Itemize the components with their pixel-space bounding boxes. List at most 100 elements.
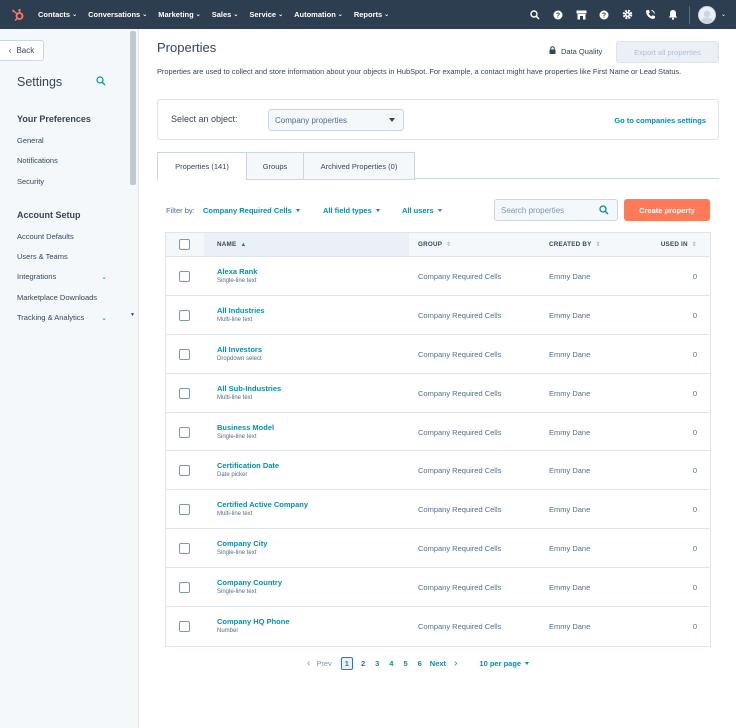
table-row: Alexa Rank Single-line text Company Requ… [166,257,710,296]
nav-reports[interactable]: Reports ⌄ [354,10,389,19]
marketplace-icon[interactable] [570,0,593,29]
sidebar-item-notifications[interactable]: Notifications [17,156,107,165]
column-header-name[interactable]: NAME ▲ [204,233,409,256]
calling-icon[interactable] [639,0,662,29]
field-type-filter-dropdown[interactable]: All field types [323,206,380,215]
property-group: Company Required Cells [418,427,502,437]
help-icon[interactable]: ? [593,0,616,29]
property-type: Date picker [217,472,248,479]
settings-sidebar: ‹ Back Settings ▼ Your Preferences Genera… [0,29,139,728]
property-name-link[interactable]: All Investors [217,345,262,354]
property-group: Company Required Cells [418,544,502,554]
row-checkbox[interactable] [179,465,190,477]
row-checkbox[interactable] [179,543,190,555]
tab-properties[interactable]: Properties (141) [157,152,247,180]
property-name-link[interactable]: Alexa Rank [217,267,257,276]
back-button[interactable]: ‹ Back [0,40,44,61]
property-group: Company Required Cells [418,388,502,398]
nav-contacts[interactable]: Contacts ⌄ [38,10,77,19]
page-5-button[interactable]: 5 [403,659,407,668]
property-group: Company Required Cells [418,349,502,359]
nav-service[interactable]: Service ⌄ [249,10,283,19]
tab-archived-properties[interactable]: Archived Properties (0) [303,152,415,180]
property-type: Single-line text [217,278,257,284]
search-properties-input[interactable]: Search properties [494,199,618,221]
nav-conversations[interactable]: Conversations ⌄ [88,10,147,19]
data-quality-button[interactable]: Data Quality [549,46,602,56]
chevron-left-icon[interactable]: ‹ [307,658,310,669]
column-header-group[interactable]: GROUP ⇕ [418,241,451,248]
property-created-by: Emmy Dane [549,272,591,281]
sidebar-item-marketplace-downloads[interactable]: Marketplace Downloads [17,293,107,302]
page-6-button[interactable]: 6 [418,659,422,668]
users-filter-dropdown[interactable]: All users [402,206,442,215]
property-name-link[interactable]: Business Model [217,423,274,432]
sidebar-item-general[interactable]: General [17,136,107,145]
column-header-created-by[interactable]: CREATED BY ⇕ [549,241,601,248]
filter-bar: Filter by: Company Required Cells All fi… [157,199,719,223]
row-checkbox[interactable] [179,621,190,633]
property-name-link[interactable]: All Sub-Industries [217,384,281,393]
page-2-button[interactable]: 2 [361,659,365,668]
row-checkbox[interactable] [179,309,190,321]
create-property-button[interactable]: Create property [624,199,710,221]
nav-marketing[interactable]: Marketing ⌄ [158,10,200,19]
chevron-down-icon[interactable]: ⌄ [721,11,726,18]
row-checkbox[interactable] [179,582,190,594]
property-created-by: Emmy Dane [549,466,591,476]
property-name-link[interactable]: All Industries [217,306,265,315]
row-checkbox[interactable] [179,504,190,516]
nav-sales[interactable]: Sales ⌄ [212,10,239,19]
property-used-in: 0 [692,388,697,398]
property-name-link[interactable]: Certified Active Company [217,500,308,509]
chevron-down-icon: ⌄ [233,12,239,18]
chevron-down-icon: ⌄ [278,12,284,18]
sidebar-item-integrations[interactable]: Integrations ⌄ [17,272,107,281]
object-select-dropdown[interactable]: Company properties [268,109,404,131]
page-4-button[interactable]: 4 [389,659,393,668]
sort-ascending-icon: ▲ [240,241,247,248]
hubspot-logo-icon[interactable] [10,7,26,23]
property-name-link[interactable]: Company HQ Phone [217,617,290,626]
sidebar-item-security[interactable]: Security [17,177,107,186]
scrollbar-thumb[interactable] [130,31,136,185]
page-description: Properties are used to collect and store… [157,67,682,76]
caret-down-icon [437,209,442,212]
search-icon[interactable] [96,76,106,88]
property-used-in: 0 [692,466,697,476]
next-page-button[interactable]: Next [430,659,446,668]
settings-icon[interactable] [616,0,639,29]
column-header-used-in[interactable]: USED IN ⇕ [661,241,697,248]
notifications-icon[interactable] [662,0,685,29]
row-checkbox[interactable] [179,387,190,399]
row-checkbox[interactable] [179,426,190,438]
go-to-companies-settings-link[interactable]: Go to companies settings [614,116,706,125]
table-row: Certification Date Date picker Company R… [166,451,710,491]
nav-automation[interactable]: Automation ⌄ [294,10,343,19]
property-name-link[interactable]: Company Country [217,578,282,587]
avatar[interactable] [697,5,716,24]
page-3-button[interactable]: 3 [375,659,379,668]
select-all-checkbox[interactable] [179,239,190,250]
page-1-button[interactable]: 1 [340,656,353,670]
search-icon[interactable] [524,0,547,29]
scroll-down-icon[interactable]: ▼ [130,312,135,318]
help-circle-icon[interactable]: ? [547,0,570,29]
sidebar-scrollbar[interactable]: ▼ [130,29,137,321]
group-filter-dropdown[interactable]: Company Required Cells [203,206,300,215]
sidebar-item-account-defaults[interactable]: Account Defaults [17,232,107,241]
property-created-by: Emmy Dane [549,310,591,320]
tab-groups[interactable]: Groups [246,152,304,180]
chevron-right-icon[interactable]: › [454,658,457,669]
row-checkbox[interactable] [179,271,190,282]
top-navigation: Contacts ⌄ Conversations ⌄ Marketing ⌄ Sale… [0,0,736,29]
property-name-link[interactable]: Company City [217,539,267,548]
sidebar-item-tracking-analytics[interactable]: Tracking & Analytics ⌄ [17,313,107,322]
sort-icon: ⇕ [446,242,452,248]
prev-page-button[interactable]: Prev [316,659,331,668]
export-all-properties-button[interactable]: Export all properties [616,41,719,63]
row-checkbox[interactable] [179,348,190,360]
sidebar-item-users-teams[interactable]: Users & Teams [17,252,107,261]
per-page-dropdown[interactable]: 10 per page [479,659,530,668]
property-name-link[interactable]: Certification Date [217,461,279,470]
